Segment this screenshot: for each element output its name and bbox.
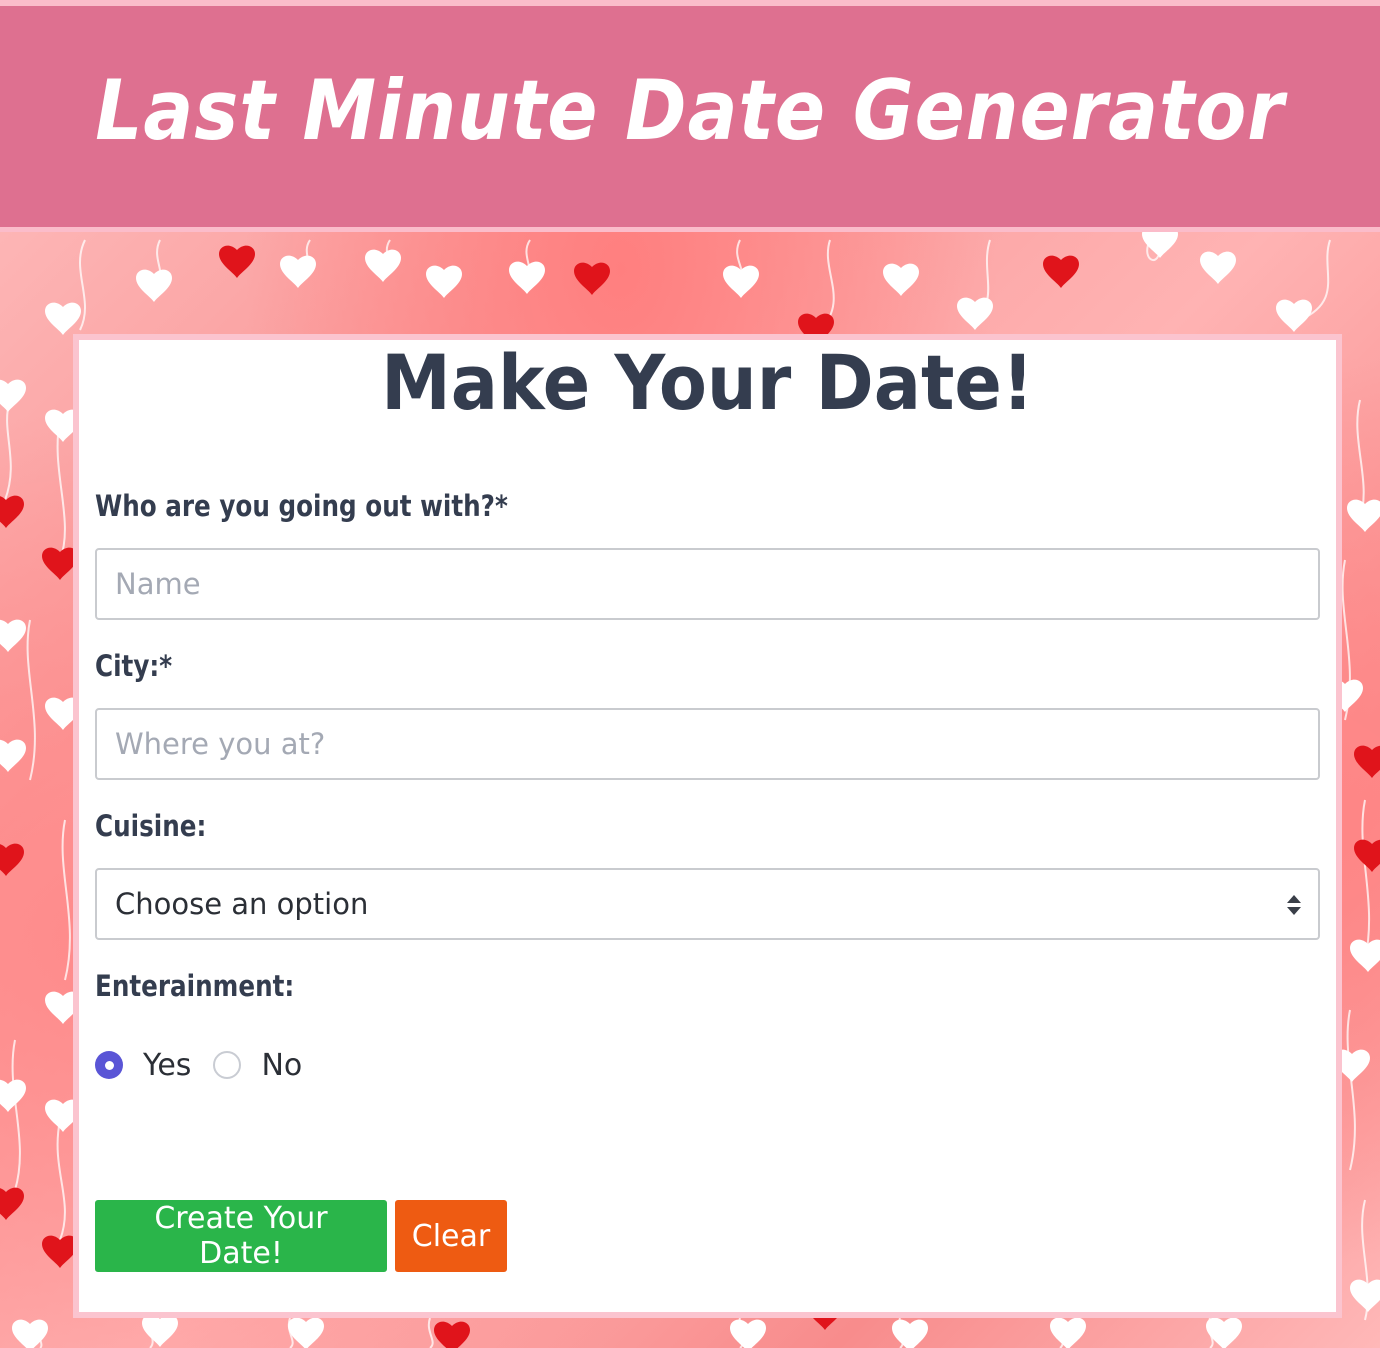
entertainment-no-radio[interactable]	[213, 1051, 242, 1079]
name-input[interactable]	[95, 548, 1320, 620]
city-label: City:*	[95, 649, 173, 683]
chevron-up-down-icon	[1287, 895, 1301, 915]
entertainment-yes-radio[interactable]	[95, 1051, 123, 1079]
entertainment-no-label: No	[261, 1047, 303, 1083]
entertainment-no-option[interactable]: No	[213, 1048, 302, 1083]
form-card	[79, 340, 1336, 1312]
entertainment-radio-group: Yes No	[95, 1046, 324, 1084]
name-label: Who are you going out with?*	[95, 489, 508, 523]
cuisine-selected-value: Choose an option	[115, 887, 369, 921]
entertainment-label: Enterainment:	[95, 969, 295, 1003]
cuisine-label: Cuisine:	[95, 809, 207, 843]
entertainment-yes-option[interactable]: Yes	[95, 1048, 191, 1083]
create-date-button[interactable]: Create Your Date!	[95, 1200, 387, 1272]
cuisine-select[interactable]: Choose an option	[95, 868, 1320, 940]
site-header: Last Minute Date Generator	[0, 6, 1380, 227]
city-input[interactable]	[95, 708, 1320, 780]
clear-button[interactable]: Clear	[395, 1200, 507, 1272]
site-title: Last Minute Date Generator	[95, 62, 1285, 159]
form-title: Make Your Date!	[381, 338, 1034, 428]
entertainment-yes-label: Yes	[143, 1047, 192, 1083]
